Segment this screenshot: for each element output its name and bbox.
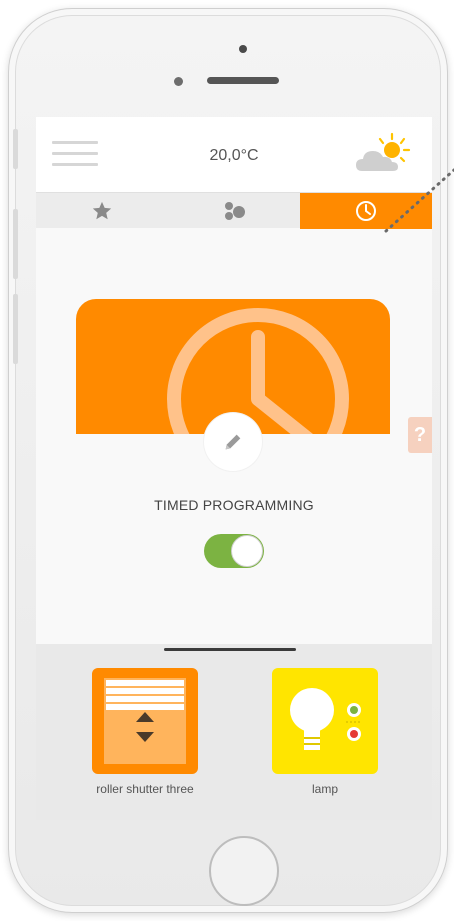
tab-bar <box>36 192 432 229</box>
clock-icon <box>356 201 376 221</box>
edit-button[interactable] <box>204 413 262 471</box>
lamp-icon <box>290 688 362 750</box>
top-bar: 20,0°C <box>36 117 432 192</box>
help-button[interactable]: ? <box>408 417 432 453</box>
device-name: lamp <box>311 782 338 796</box>
mute-switch <box>13 129 18 169</box>
device-roller-shutter[interactable]: roller shutter three <box>80 668 210 796</box>
volume-down-button <box>13 294 18 364</box>
device-lamp[interactable]: lamp <box>260 668 390 796</box>
toggle-knob <box>231 535 263 567</box>
drag-handle[interactable] <box>164 648 296 651</box>
tab-scenes[interactable] <box>168 193 300 229</box>
tab-timed-programming[interactable] <box>300 193 432 229</box>
timed-programming-toggle[interactable] <box>204 534 264 568</box>
volume-up-button <box>13 209 18 279</box>
front-camera <box>174 77 183 86</box>
tab-favorites[interactable] <box>36 193 168 229</box>
star-icon <box>92 201 112 220</box>
device-tile <box>92 668 198 774</box>
device-tile <box>272 668 378 774</box>
program-label: TIMED PROGRAMMING <box>154 497 314 513</box>
app-screen: 20,0°C ? TIMED PROGRAMMING roller shutte… <box>36 117 432 820</box>
earpiece-speaker <box>207 77 279 84</box>
scenes-icon <box>225 202 245 220</box>
roller-shutter-icon <box>104 678 186 764</box>
device-name: roller shutter three <box>96 782 194 796</box>
partly-sunny-icon <box>356 132 411 171</box>
home-button[interactable] <box>209 836 279 906</box>
pencil-icon <box>225 434 241 450</box>
device-tray: roller shutter three lamp <box>36 644 432 820</box>
sensor-dot <box>239 45 247 53</box>
